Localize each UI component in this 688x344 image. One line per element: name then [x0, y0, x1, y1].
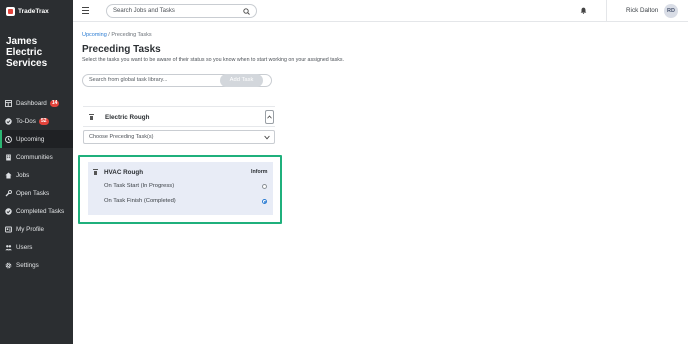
wrench-icon — [5, 189, 12, 197]
tradetrax-logo-icon — [6, 6, 15, 16]
sidebar-item-label: Completed Tasks — [16, 207, 65, 215]
bell-icon[interactable] — [580, 7, 587, 14]
sidebar-item-communities[interactable]: Communities — [0, 148, 73, 166]
sidebar-item-label: Open Tasks — [16, 189, 50, 197]
sidebar-item-label: Communities — [16, 153, 53, 161]
sidebar-item-completed-tasks[interactable]: Completed Tasks — [0, 202, 73, 220]
inform-label: Inform — [251, 169, 268, 175]
sidebar-item-upcoming[interactable]: Upcoming — [0, 130, 73, 148]
task-start-radio[interactable] — [262, 184, 267, 189]
trash-icon[interactable] — [89, 114, 94, 120]
sidebar-item-label: Upcoming — [16, 135, 45, 143]
building-icon — [5, 154, 12, 161]
sidebar-item-label: Settings — [16, 261, 39, 269]
breadcrumb: Upcoming / Preceding Tasks — [82, 32, 152, 38]
search-placeholder: Search Jobs and Tasks — [113, 8, 175, 14]
menu-icon[interactable] — [82, 7, 89, 14]
home-icon — [5, 172, 12, 179]
add-task-button[interactable]: Add Task — [220, 74, 263, 87]
company-name: James Electric Services — [6, 36, 48, 69]
dashboard-count-badge: 14 — [49, 99, 60, 107]
avatar[interactable]: RD — [664, 4, 678, 18]
sidebar-item-label: My Profile — [16, 225, 44, 233]
brand[interactable]: TradeTrax — [0, 0, 73, 22]
sidebar-item-users[interactable]: Users — [0, 238, 73, 256]
profile-icon — [5, 226, 12, 233]
task-card: Electric Rough Choose Preceding Task(s) — [83, 106, 275, 146]
task-title: Electric Rough — [105, 114, 150, 121]
option-label: On Task Start (In Progress) — [104, 183, 175, 189]
main-content: Upcoming / Preceding Tasks Preceding Tas… — [73, 22, 688, 344]
upcoming-icon — [5, 135, 12, 143]
users-icon — [5, 244, 12, 251]
todo-icon — [5, 117, 12, 125]
sidebar-item-label: To-Dos — [16, 117, 36, 125]
chevron-down-icon — [264, 135, 270, 140]
user-name[interactable]: Rick Dalton — [626, 7, 658, 14]
collapse-button[interactable] — [265, 110, 274, 124]
task-finish-radio[interactable] — [262, 199, 267, 204]
preceding-task-card: HVAC Rough Inform On Task Start (In Prog… — [88, 162, 273, 215]
select-placeholder: Choose Preceding Task(s) — [89, 134, 154, 140]
sidebar-item-label: Users — [16, 243, 33, 251]
dashboard-icon — [5, 99, 12, 107]
preceding-task-select[interactable]: Choose Preceding Task(s) — [83, 130, 275, 144]
check-circle-icon — [5, 207, 12, 215]
sidebar-item-my-profile[interactable]: My Profile — [0, 220, 73, 238]
breadcrumb-current: Preceding Tasks — [111, 32, 152, 38]
sidebar-item-label: Dashboard — [16, 99, 47, 107]
todos-count-badge: 52 — [38, 117, 49, 125]
task-card-header: Electric Rough — [83, 106, 275, 127]
sidebar: TradeTrax James Electric Services Dashbo… — [0, 0, 73, 344]
sidebar-item-dashboard[interactable]: Dashboard 14 — [0, 94, 73, 112]
sidebar-item-open-tasks[interactable]: Open Tasks — [0, 184, 73, 202]
chevron-up-icon — [267, 115, 272, 119]
sidebar-item-settings[interactable]: Settings — [0, 256, 73, 274]
sidebar-item-todos[interactable]: To-Dos 52 — [0, 112, 73, 130]
page-subtitle: Select the tasks you want to be aware of… — [82, 57, 345, 63]
top-bar: Search Jobs and Tasks Rick Dalton RD — [73, 0, 688, 22]
gear-icon — [5, 262, 12, 269]
breadcrumb-upcoming-link[interactable]: Upcoming — [82, 32, 107, 38]
brand-name: TradeTrax — [18, 7, 49, 15]
trash-icon[interactable] — [93, 169, 98, 175]
sidebar-item-jobs[interactable]: Jobs — [0, 166, 73, 184]
option-label: On Task Finish (Completed) — [104, 198, 176, 204]
job-task-search-input[interactable]: Search Jobs and Tasks — [106, 4, 257, 18]
page-title: Preceding Tasks — [82, 44, 161, 55]
search-icon — [243, 7, 250, 15]
sidebar-item-label: Jobs — [16, 171, 30, 179]
preceding-task-title: HVAC Rough — [104, 169, 144, 176]
topbar-divider — [606, 0, 607, 22]
